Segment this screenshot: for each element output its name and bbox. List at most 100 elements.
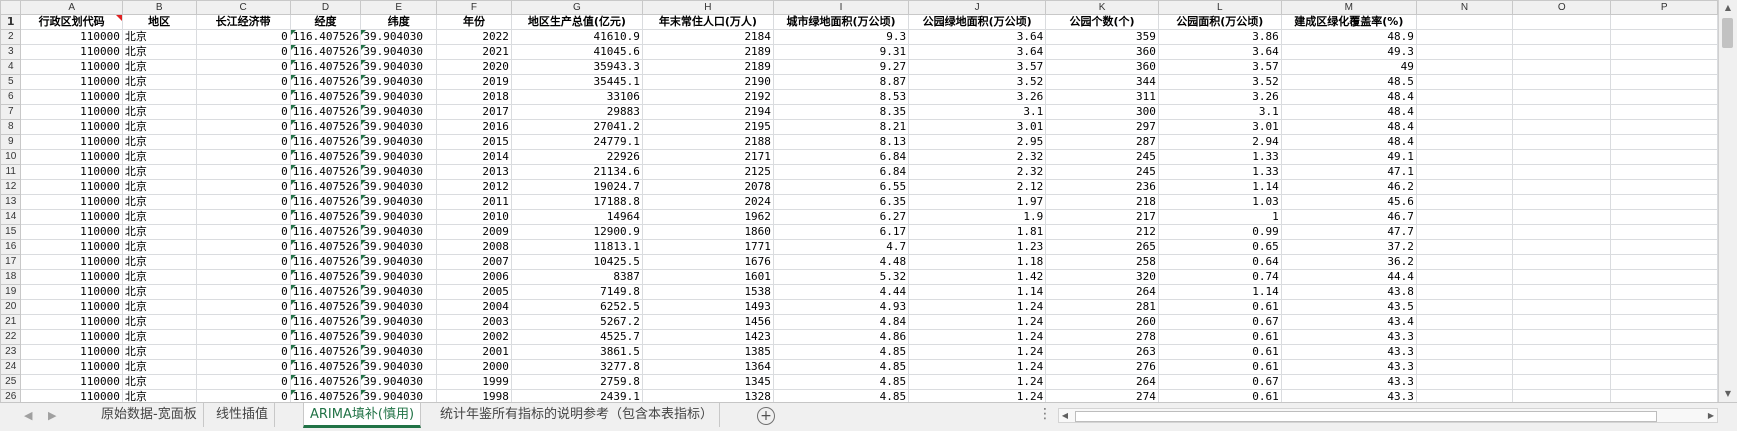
cell[interactable] [1512,74,1612,90]
cell[interactable]: 245 [1045,164,1159,180]
cell[interactable]: 39.904030 [360,284,438,300]
column-header[interactable]: O [1512,0,1612,15]
cell[interactable]: 2188 [641,134,774,150]
scroll-right-icon[interactable]: ▶ [1705,409,1717,422]
row-header[interactable]: 7 [0,104,22,120]
column-header[interactable]: K [1045,0,1159,15]
cell[interactable]: 22926 [510,149,643,165]
cell[interactable]: 43.3 [1280,359,1417,375]
cell[interactable] [1415,284,1514,300]
cell[interactable]: 北京 [121,224,197,240]
cell[interactable]: 2759.8 [510,374,643,390]
cell[interactable]: 44.4 [1280,269,1417,285]
cell[interactable]: 39.904030 [360,119,438,135]
cell[interactable] [1512,59,1612,75]
cell[interactable]: 1.14 [1157,284,1282,300]
cell[interactable]: 29883 [510,104,643,120]
header-cell[interactable]: 行政区划代码 [20,14,123,30]
header-cell[interactable]: 长江经济带 [195,14,291,30]
cell[interactable]: 116.407526 [289,119,362,135]
cell[interactable]: 39.904030 [360,254,438,270]
cell[interactable]: 1456 [641,314,774,330]
cell[interactable] [1415,299,1514,315]
cell[interactable]: 北京 [121,164,197,180]
cell[interactable]: 4525.7 [510,329,643,345]
cell[interactable]: 41610.9 [510,29,643,45]
cell[interactable] [1415,224,1514,240]
cell[interactable]: 6.84 [772,149,910,165]
cell[interactable]: 3.26 [1157,89,1282,105]
cell[interactable]: 110000 [20,179,123,195]
cell[interactable]: 110000 [20,59,123,75]
cell[interactable]: 北京 [121,269,197,285]
cell[interactable]: 2007 [436,254,512,270]
cell[interactable]: 北京 [121,389,197,402]
cell[interactable]: 2002 [436,329,512,345]
cell[interactable]: 39.904030 [360,149,438,165]
cell[interactable]: 49 [1280,59,1417,75]
cell[interactable]: 1860 [641,224,774,240]
cell[interactable]: 116.407526 [289,329,362,345]
cell[interactable]: 1.33 [1157,149,1282,165]
cell[interactable] [1610,209,1718,225]
scroll-up-icon[interactable]: ▲ [1719,0,1737,16]
row-header[interactable]: 15 [0,224,22,240]
cell[interactable]: 49.3 [1280,44,1417,60]
row-header[interactable]: 3 [0,44,22,60]
cell[interactable]: 116.407526 [289,209,362,225]
cell[interactable]: 2190 [641,74,774,90]
cell[interactable]: 48.4 [1280,89,1417,105]
cell[interactable]: 1601 [641,269,774,285]
cell[interactable] [1512,164,1612,180]
cell[interactable]: 2011 [436,194,512,210]
cell[interactable]: 3277.8 [510,359,643,375]
cell[interactable]: 0.61 [1157,299,1282,315]
cell[interactable]: 8.13 [772,134,910,150]
cell[interactable]: 4.93 [772,299,910,315]
cell[interactable] [1512,374,1612,390]
cell[interactable]: 116.407526 [289,314,362,330]
add-sheet-button[interactable]: + [757,407,775,425]
cell[interactable]: 2008 [436,239,512,255]
cell[interactable]: 39.904030 [360,74,438,90]
cell[interactable]: 1.24 [908,389,1047,402]
cell[interactable]: 2078 [641,179,774,195]
cell[interactable] [1610,134,1718,150]
header-cell[interactable]: 地区生产总值(亿元) [510,14,643,30]
cell[interactable] [1610,389,1718,402]
cell[interactable]: 39.904030 [360,359,438,375]
cell[interactable]: 4.85 [772,389,910,402]
cell[interactable]: 6.55 [772,179,910,195]
scroll-down-icon[interactable]: ▼ [1719,386,1737,402]
cell[interactable]: 43.5 [1280,299,1417,315]
cell[interactable]: 110000 [20,149,123,165]
next-sheet-icon[interactable]: ▶ [48,409,56,422]
cell[interactable]: 3.52 [908,74,1047,90]
cell[interactable]: 2015 [436,134,512,150]
cell[interactable]: 0 [195,374,291,390]
cell[interactable] [1512,344,1612,360]
cell[interactable]: 0.61 [1157,344,1282,360]
cell[interactable]: 0 [195,224,291,240]
cell[interactable]: 39.904030 [360,329,438,345]
cell[interactable]: 39.904030 [360,194,438,210]
column-header[interactable]: E [360,0,438,15]
cell[interactable] [1610,179,1718,195]
cell[interactable]: 110000 [20,359,123,375]
cell[interactable] [1512,314,1612,330]
cell[interactable] [1610,269,1718,285]
cell[interactable] [1610,74,1718,90]
cell[interactable]: 116.407526 [289,194,362,210]
cell[interactable]: 12900.9 [510,224,643,240]
cell[interactable]: 281 [1045,299,1159,315]
cell[interactable]: 北京 [121,299,197,315]
cell[interactable] [1512,29,1612,45]
cell[interactable] [1512,299,1612,315]
cell[interactable]: 北京 [121,344,197,360]
more-options-icon[interactable]: ⋮ [1038,406,1052,422]
cell[interactable]: 274 [1045,389,1159,402]
row-header[interactable]: 19 [0,284,22,300]
cell[interactable]: 3.01 [1157,119,1282,135]
cell[interactable]: 110000 [20,224,123,240]
cell[interactable]: 1.24 [908,344,1047,360]
